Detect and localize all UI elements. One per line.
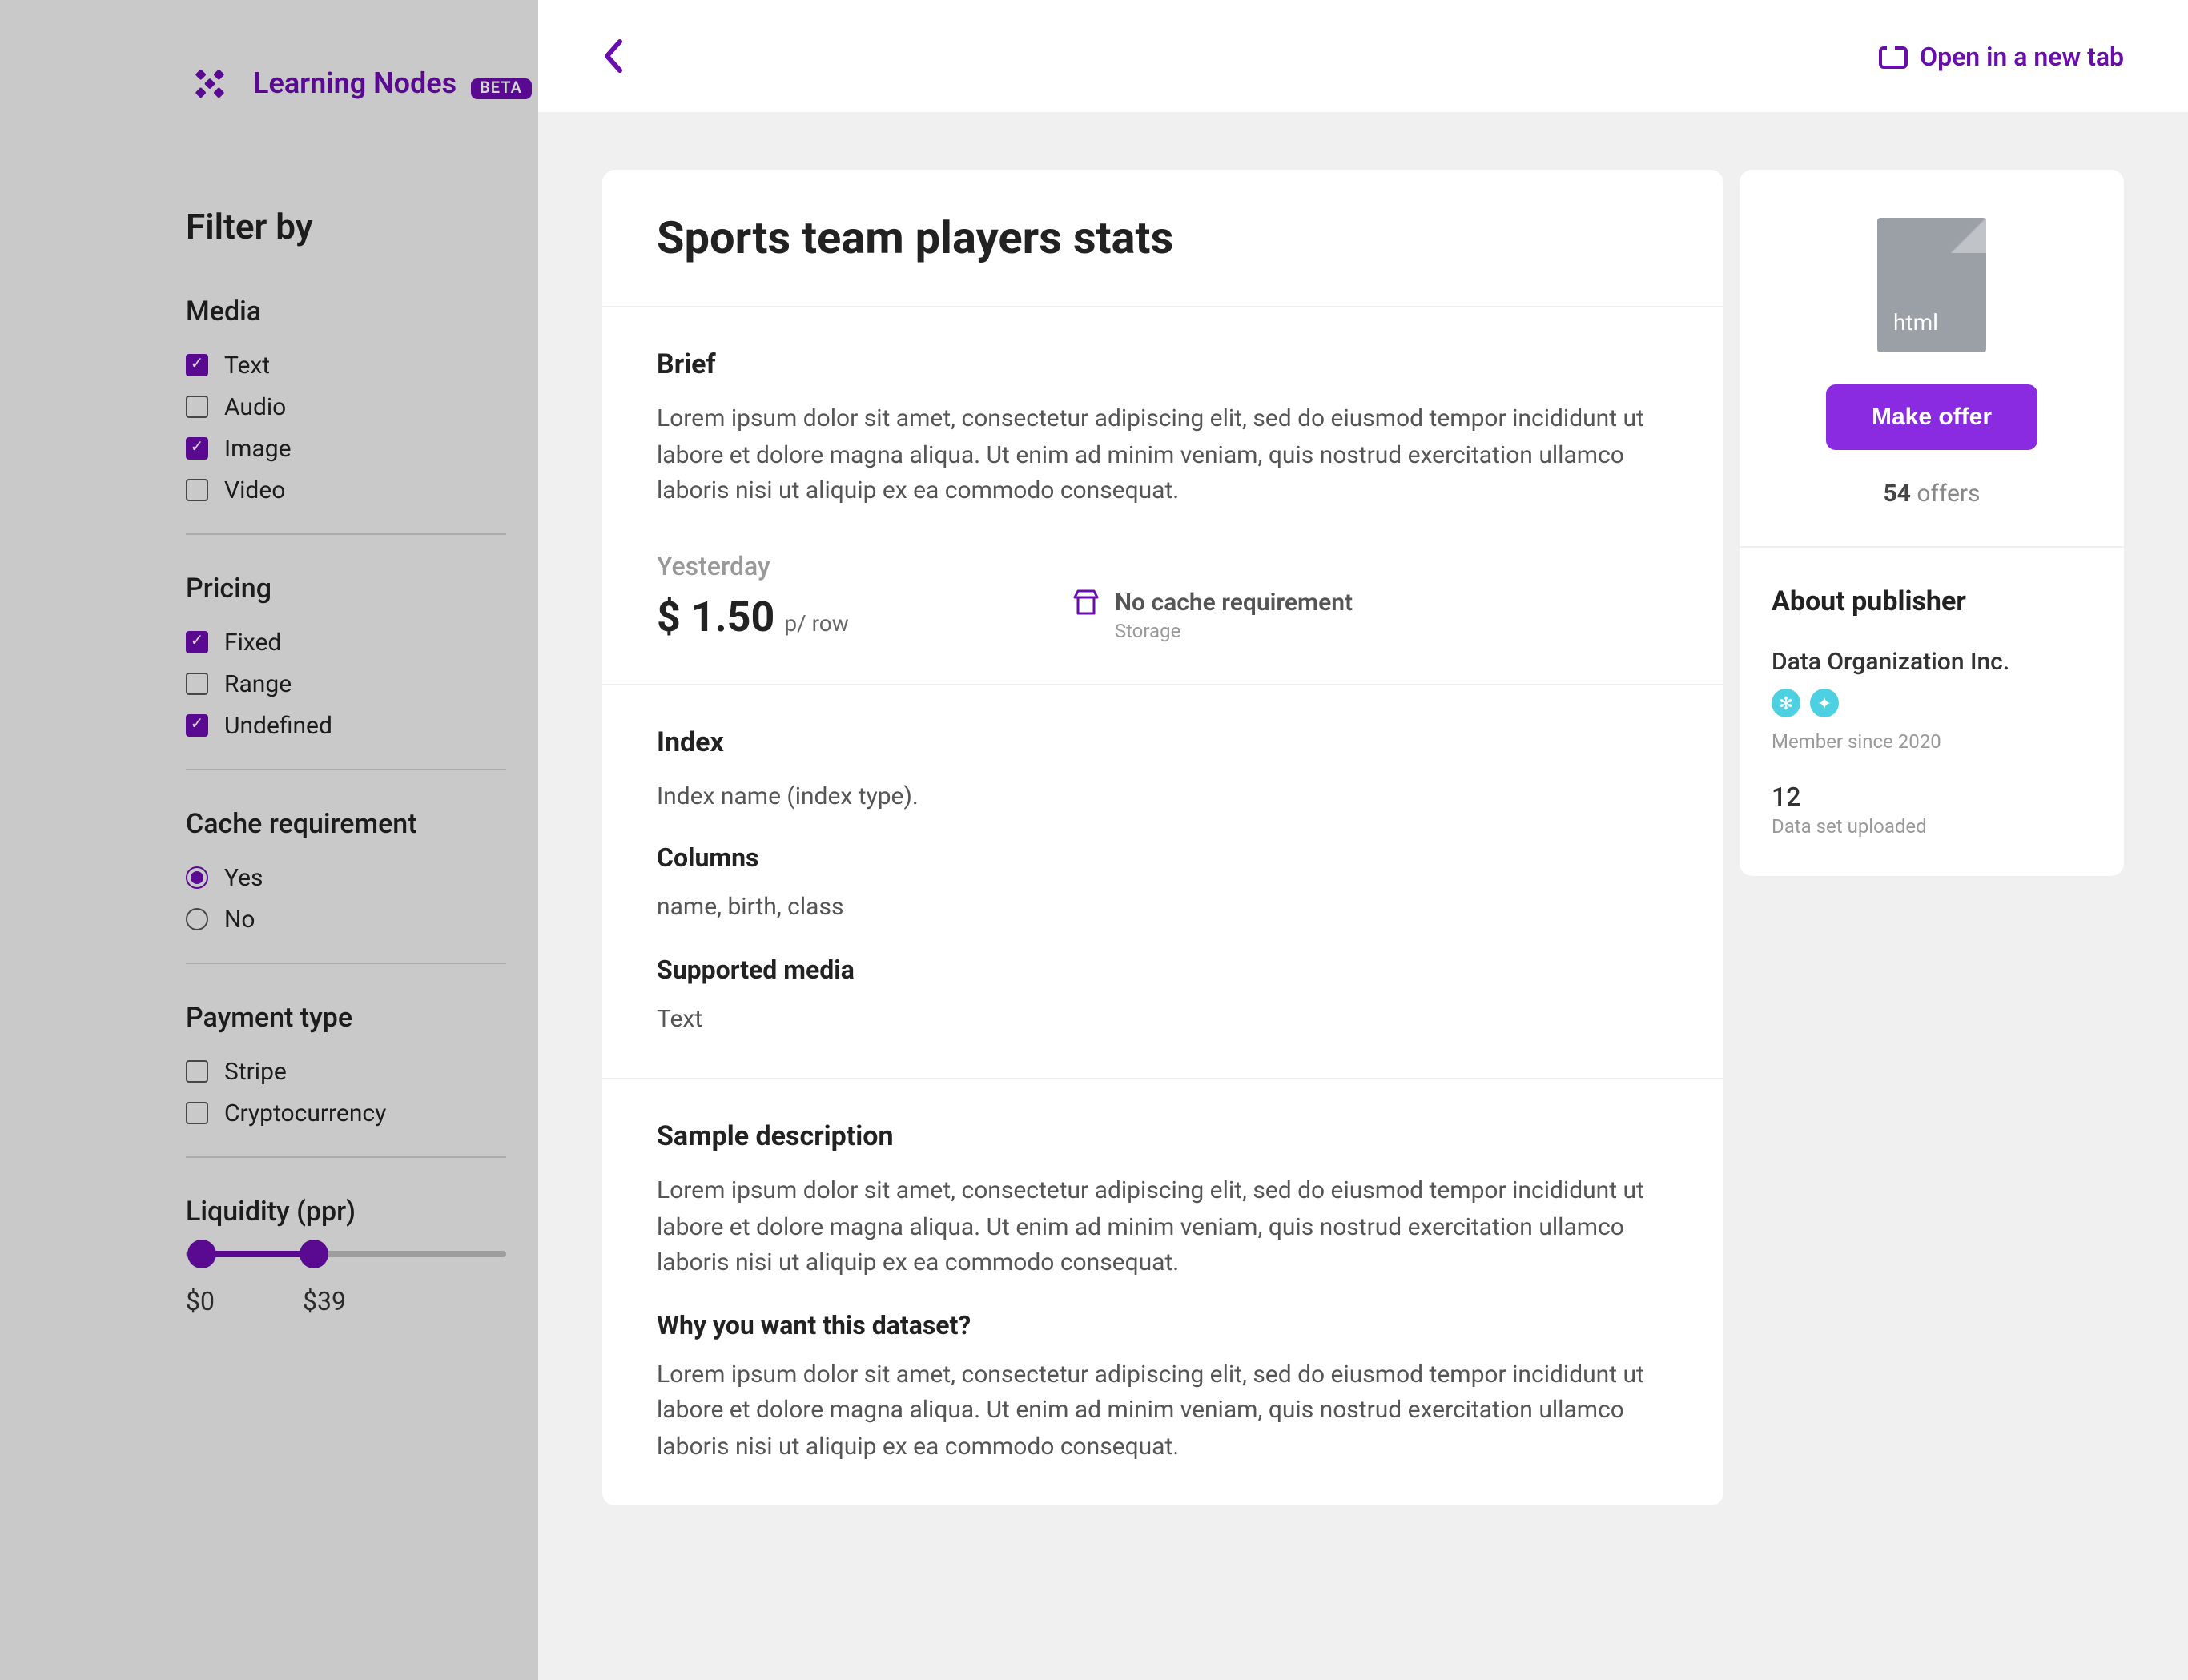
why-heading: Why you want this dataset? — [657, 1309, 1669, 1340]
sample-body: Lorem ipsum dolor sit amet, consectetur … — [657, 1172, 1669, 1280]
dataset-timestamp: Yesterday — [657, 550, 849, 581]
open-new-tab-link[interactable]: Open in a new tab — [1878, 41, 2124, 71]
brand-logo-icon — [186, 61, 234, 109]
cache-no[interactable]: No — [186, 905, 490, 934]
supported-body: Text — [657, 1000, 1669, 1036]
media-audio[interactable]: Audio — [186, 392, 490, 421]
file-type-icon: html — [1877, 218, 1986, 352]
radio-icon — [186, 908, 208, 930]
make-offer-button[interactable]: Make offer — [1827, 384, 2037, 450]
columns-body: name, birth, class — [657, 889, 1669, 925]
brief-body: Lorem ipsum dolor sit amet, consectetur … — [657, 400, 1669, 508]
filter-group-media: Media — [186, 296, 490, 328]
filter-group-cache: Cache requirement — [186, 809, 490, 841]
divider — [186, 963, 506, 964]
columns-heading: Columns — [657, 842, 1669, 873]
checkbox-icon — [186, 354, 208, 376]
storage-icon — [1073, 587, 1099, 622]
payment-crypto[interactable]: Cryptocurrency — [186, 1099, 490, 1127]
filter-group-pricing: Pricing — [186, 573, 490, 605]
publisher-name: Data Organization Inc. — [1772, 647, 2092, 676]
cache-yes[interactable]: Yes — [186, 863, 490, 892]
divider — [186, 1156, 506, 1158]
beta-badge: BETA — [470, 78, 532, 99]
liquidity-slider[interactable] — [186, 1251, 506, 1257]
media-text[interactable]: Text — [186, 351, 490, 380]
index-heading: Index — [657, 726, 1669, 758]
dataset-card: Sports team players stats Brief Lorem ip… — [602, 170, 1723, 1505]
verified-badge-icon: ✻ — [1772, 689, 1800, 717]
checkbox-icon — [186, 437, 208, 460]
member-since: Member since 2020 — [1772, 730, 2092, 753]
datasets-count-label: Data set uploaded — [1772, 815, 2092, 838]
filter-sidebar: Learning Nodes BETA Filter by Media Text… — [0, 0, 538, 1680]
media-image[interactable]: Image — [186, 434, 490, 463]
checkbox-icon — [186, 479, 208, 501]
about-publisher-heading: About publisher — [1772, 586, 2092, 618]
checkbox-icon — [186, 631, 208, 653]
checkbox-icon — [186, 396, 208, 418]
dataset-title: Sports team players stats — [657, 211, 1669, 264]
pricing-range[interactable]: Range — [186, 669, 490, 698]
divider — [186, 769, 506, 770]
checkbox-icon — [186, 714, 208, 737]
pricing-undefined[interactable]: Undefined — [186, 711, 490, 740]
pricing-fixed[interactable]: Fixed — [186, 628, 490, 657]
detail-topbar: Open in a new tab — [538, 0, 2188, 112]
trusted-badge-icon: ✦ — [1810, 689, 1839, 717]
why-body: Lorem ipsum dolor sit amet, consectetur … — [657, 1356, 1669, 1464]
brand-name: Learning Nodes BETA — [253, 69, 532, 101]
back-button[interactable] — [602, 38, 625, 74]
offers-count: 54 offers — [1772, 479, 2092, 508]
liquidity-min-label: $0 — [186, 1286, 215, 1316]
publisher-badges: ✻ ✦ — [1772, 689, 2092, 717]
brand-logo[interactable]: Learning Nodes BETA — [0, 0, 538, 160]
filter-group-liquidity: Liquidity (ppr) — [186, 1196, 490, 1228]
slider-handle-min[interactable] — [187, 1240, 216, 1268]
publisher-card: html Make offer 54 offers About publishe… — [1740, 170, 2124, 876]
brief-heading: Brief — [657, 349, 1669, 381]
datasets-count: 12 — [1772, 782, 2092, 812]
supported-heading: Supported media — [657, 954, 1669, 984]
liquidity-max-label: $39 — [303, 1286, 346, 1316]
slider-handle-max[interactable] — [300, 1240, 328, 1268]
radio-icon — [186, 866, 208, 889]
checkbox-icon — [186, 673, 208, 695]
divider — [186, 533, 506, 535]
dataset-price: $ 1.50 p/ row — [657, 593, 849, 641]
filter-title: Filter by — [186, 208, 490, 248]
payment-stripe[interactable]: Stripe — [186, 1057, 490, 1086]
checkbox-icon — [186, 1102, 208, 1124]
checkbox-icon — [186, 1060, 208, 1083]
detail-panel: Open in a new tab Sports team players st… — [538, 0, 2188, 1680]
new-tab-icon — [1878, 43, 1907, 69]
sample-heading: Sample description — [657, 1121, 1669, 1153]
media-video[interactable]: Video — [186, 476, 490, 504]
cache-requirement: No cache requirement Storage — [1073, 587, 1353, 641]
index-body: Index name (index type). — [657, 778, 1669, 814]
chevron-left-icon — [602, 38, 625, 74]
filter-group-payment: Payment type — [186, 1003, 490, 1035]
